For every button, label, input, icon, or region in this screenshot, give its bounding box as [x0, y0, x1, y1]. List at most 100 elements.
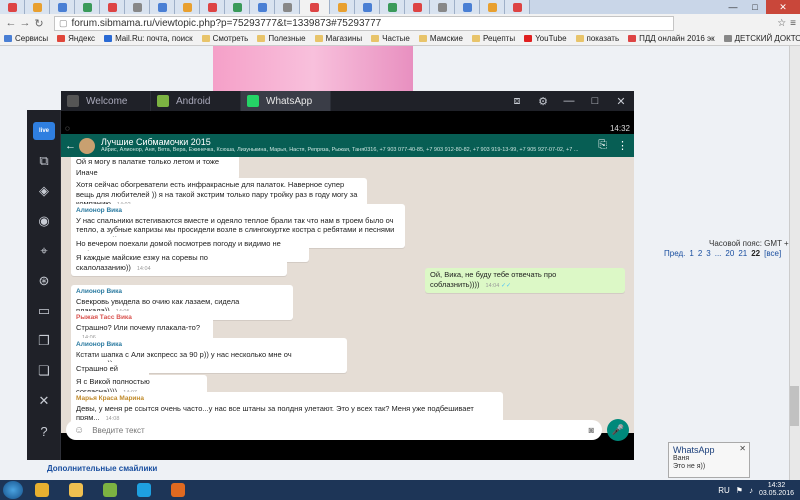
chat-header[interactable]: ← Лучшие Сибмамочки 2015 Айрис, Алионор,… [61, 134, 634, 157]
browser-tab[interactable] [505, 0, 530, 14]
folder-icon[interactable]: ▭ [35, 302, 53, 320]
bookmark-item[interactable]: Mail.Ru: почта, поиск [104, 34, 193, 43]
mute-icon[interactable]: ✕ [35, 392, 53, 410]
browser-tab[interactable] [405, 0, 430, 14]
browser-tab[interactable] [125, 0, 150, 14]
back-arrow-icon[interactable]: ← [65, 140, 77, 152]
app-minimize-button[interactable]: — [556, 91, 582, 111]
page-link[interactable]: ... [715, 249, 722, 258]
url-field[interactable]: ▢ forum.sibmama.ru/viewtopic.php?p=75293… [54, 15, 674, 31]
clock[interactable]: 14:32 03.05.2016 [759, 482, 794, 498]
page-scrollbar[interactable] [789, 46, 800, 480]
browser-tab[interactable] [75, 0, 100, 14]
page-link[interactable]: 21 [738, 249, 747, 258]
bookmark-item[interactable]: Полезные [257, 34, 306, 43]
bookmark-item[interactable]: показать [575, 34, 619, 43]
camera-icon[interactable]: ◉ [35, 212, 53, 230]
network-icon[interactable]: ⧈ [504, 91, 530, 111]
bookmark-item[interactable]: Частые [371, 34, 410, 43]
menu-icon[interactable]: ≡ [790, 18, 796, 29]
taskbar-app-chrome[interactable] [27, 481, 57, 499]
page-link[interactable]: [все] [764, 249, 781, 258]
reload-icon[interactable]: ↻ [32, 16, 46, 30]
browser-tab[interactable] [200, 0, 225, 14]
message-input[interactable] [92, 425, 573, 435]
bookmark-item[interactable]: Сервисы [4, 34, 48, 43]
page-link[interactable]: 1 [689, 249, 693, 258]
scrollbar-thumb[interactable] [790, 386, 799, 426]
start-button[interactable] [3, 481, 23, 499]
forward-arrow-icon[interactable]: → [18, 16, 32, 30]
location-icon[interactable]: ⌖ [35, 242, 53, 260]
close-button[interactable]: ✕ [766, 0, 800, 14]
browser-tab[interactable] [50, 0, 75, 14]
close-icon[interactable]: ✕ [739, 444, 746, 453]
taskbar-app-skype[interactable] [129, 481, 159, 499]
taskbar-app-explorer[interactable] [61, 481, 91, 499]
settings-gear-icon[interactable]: ⚙ [530, 91, 556, 111]
browser-tab[interactable] [275, 0, 300, 14]
multitask-icon[interactable]: ⧉ [35, 152, 53, 170]
taskbar-app-bluestacks[interactable] [95, 481, 125, 499]
browser-tab[interactable] [225, 0, 250, 14]
browser-tab[interactable] [480, 0, 505, 14]
twitch-logo-icon[interactable]: live [33, 122, 55, 140]
app-window-controls: ⧈ ⚙ — □ ✕ [504, 91, 634, 111]
rotate-icon[interactable]: ◈ [35, 182, 53, 200]
star-icon[interactable]: ☆ [777, 18, 786, 29]
group-avatar[interactable] [79, 137, 95, 154]
browser-tab[interactable] [330, 0, 355, 14]
camera-icon[interactable]: ◙ [589, 425, 594, 435]
minimize-button[interactable]: — [722, 0, 744, 14]
app-close-button[interactable]: ✕ [608, 91, 634, 111]
bookmark-item[interactable]: Яндекс [57, 34, 95, 43]
bookmark-item[interactable]: Мамские [418, 34, 463, 43]
browser-tab[interactable] [380, 0, 405, 14]
bookmark-item[interactable]: YouTube [524, 34, 567, 43]
taskbar-app-media[interactable] [163, 481, 193, 499]
message-input-box[interactable]: ☺ ◙ [66, 420, 602, 440]
app-maximize-button[interactable]: □ [582, 91, 608, 111]
language-indicator[interactable]: RU [718, 486, 730, 495]
apk-icon[interactable]: ⊛ [35, 272, 53, 290]
mic-button[interactable]: 🎤 [607, 419, 629, 441]
page-link[interactable]: 22 [751, 249, 760, 258]
browser-tab[interactable] [25, 0, 50, 14]
app-tab[interactable]: Android [151, 91, 241, 111]
browser-tab[interactable] [300, 0, 330, 14]
browser-tab[interactable] [150, 0, 175, 14]
browser-tab[interactable] [100, 0, 125, 14]
browser-tab[interactable] [0, 0, 25, 14]
emoji-icon[interactable]: ☺ [74, 425, 84, 436]
chat-messages[interactable]: Ой я могу в палатке только летом и тоже … [61, 157, 634, 433]
browser-tab[interactable] [250, 0, 275, 14]
app-tab[interactable]: Welcome [61, 91, 151, 111]
help-icon[interactable]: ? [35, 422, 53, 440]
browser-tab[interactable] [455, 0, 480, 14]
browser-tab[interactable] [355, 0, 380, 14]
back-arrow-icon[interactable]: ← [4, 16, 18, 30]
bookmark-item[interactable]: ДЕТСКИЙ ДОКТОР [723, 34, 800, 43]
bookmark-item[interactable]: ПДД онлайн 2016 эк [628, 34, 715, 43]
browser-tab[interactable] [430, 0, 455, 14]
copy-icon[interactable]: ❐ [35, 332, 53, 350]
bookmark-item[interactable]: Магазины [314, 34, 362, 43]
page-link[interactable]: 20 [725, 249, 734, 258]
page-link[interactable]: 3 [706, 249, 710, 258]
more-icon[interactable]: ⋮ [617, 139, 628, 152]
browser-tab[interactable] [175, 0, 200, 14]
page-link[interactable]: Пред. [664, 249, 685, 258]
bookmark-item[interactable]: Рецепты [471, 34, 515, 43]
volume-icon[interactable]: ♪ [749, 486, 753, 495]
page-link[interactable]: 2 [698, 249, 702, 258]
incoming-message[interactable]: Я каждые майские езжу на соревы по скало… [71, 251, 287, 276]
app-tab[interactable]: WhatsApp [241, 91, 331, 111]
flag-icon[interactable]: ⚑ [736, 486, 743, 495]
maximize-button[interactable]: □ [744, 0, 766, 14]
bookmark-item[interactable]: Смотреть [201, 34, 248, 43]
extra-smilies-link[interactable]: Дополнительные смайлики [47, 464, 157, 473]
attach-icon[interactable]: ⎘ [598, 139, 607, 152]
paste-icon[interactable]: ❏ [35, 362, 53, 380]
whatsapp-notification[interactable]: ✕ WhatsApp Ваня Это не я)) [668, 442, 750, 478]
outgoing-message[interactable]: Ой, Вика, не буду тебе отвечать про собл… [425, 268, 625, 293]
